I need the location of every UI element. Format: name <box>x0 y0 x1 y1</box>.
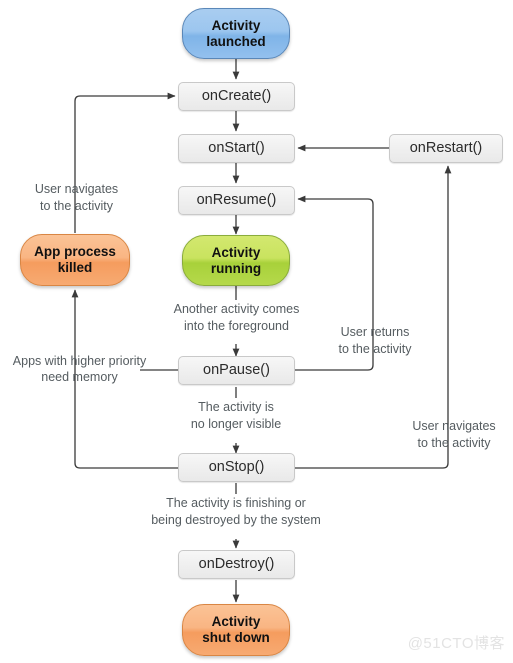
callback-onpause: onPause() <box>178 356 295 385</box>
callback-onstart: onStart() <box>178 134 295 163</box>
callback-ondestroy: onDestroy() <box>178 550 295 579</box>
callback-onresume: onResume() <box>178 186 295 215</box>
callback-oncreate: onCreate() <box>178 82 295 111</box>
edge-label-apps-higher-priority: Apps with higher priority need memory <box>12 354 147 385</box>
edge-label-finishing-or-destroyed: The activity is finishing or being destro… <box>151 496 321 527</box>
activity-lifecycle-diagram: Activity launched onCreate() onStart() on… <box>0 0 513 663</box>
edge-label-user-navigates-right: User navigates to the activity <box>412 419 496 450</box>
callback-onrestart: onRestart() <box>389 134 503 163</box>
callback-onstop: onStop() <box>178 453 295 482</box>
state-app-process-killed: App process killed <box>20 234 130 286</box>
watermark: @51CTO博客 <box>407 635 505 652</box>
state-activity-shut-down: Activity shut down <box>182 604 290 656</box>
state-activity-running: Activity running <box>182 235 290 286</box>
edge-label-user-returns: User returns to the activity <box>338 325 412 356</box>
edge-label-no-longer-visible: The activity is no longer visible <box>190 400 282 431</box>
state-activity-launched: Activity launched <box>182 8 290 59</box>
edge-label-user-navigates-left: User navigates to the activity <box>34 182 119 213</box>
edge-label-another-activity-foreground: Another activity comes into the foregroun… <box>173 302 300 333</box>
